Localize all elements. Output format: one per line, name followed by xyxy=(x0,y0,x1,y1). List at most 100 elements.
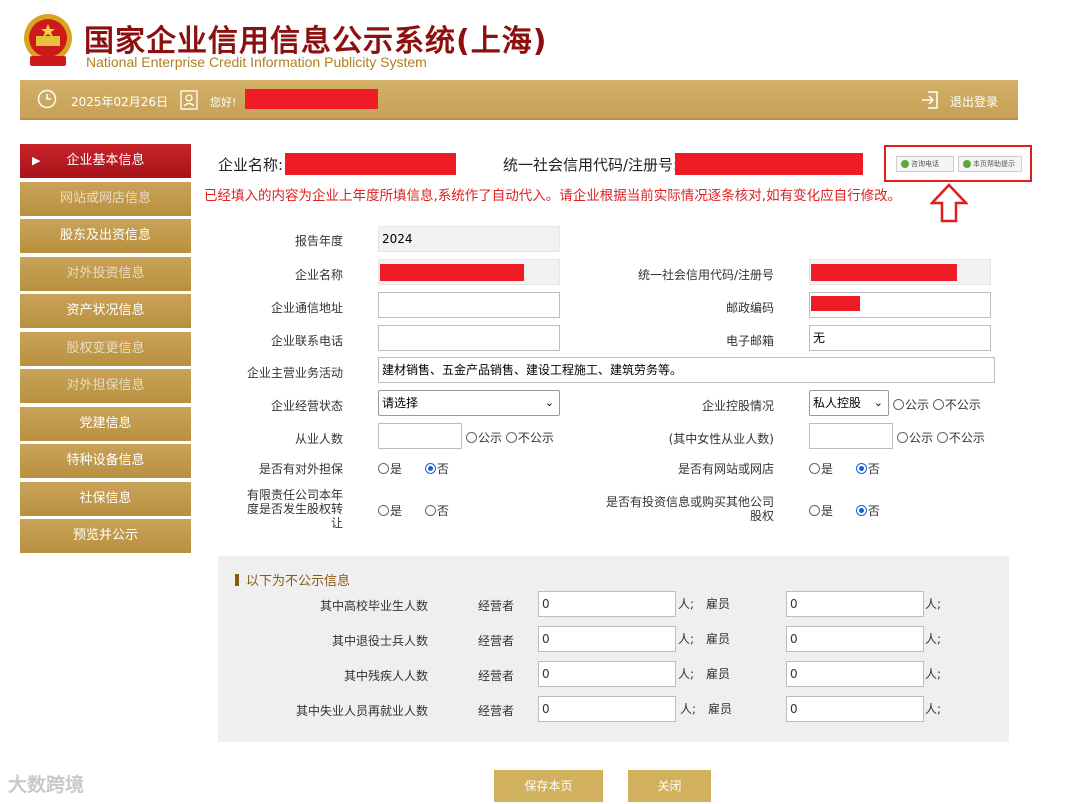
section-marker xyxy=(235,574,239,586)
unit-label: 人; xyxy=(925,597,942,611)
holding-select[interactable]: 私人控股 ⌄ xyxy=(809,390,889,416)
postcode-label: 邮政编码 xyxy=(725,301,774,315)
unit-label: 人; xyxy=(678,632,695,646)
guarantee-no-radio[interactable] xyxy=(424,463,436,474)
up-arrow-icon xyxy=(930,183,968,223)
veterans-employee-input[interactable]: 0 xyxy=(786,626,924,652)
sidebar-item-label: 预览并公示 xyxy=(72,528,138,543)
employees-public-radio[interactable] xyxy=(466,432,477,443)
equity-no-radio[interactable] xyxy=(424,505,436,516)
invest-radios: 是 否 xyxy=(809,502,880,519)
sidebar-item-shareholders[interactable]: 股东及出资信息 xyxy=(20,219,191,253)
consult-phone-button[interactable]: 咨询电话 xyxy=(896,156,954,172)
sidebar-item-equipment[interactable]: 特种设备信息 xyxy=(20,444,191,478)
nonpublic-title: 以下为不公示信息 xyxy=(235,570,350,589)
logout-icon[interactable] xyxy=(920,90,940,110)
holding-select-value: 私人控股 xyxy=(813,396,862,410)
holding-not-public-radio[interactable] xyxy=(932,399,944,410)
yes-label: 是 xyxy=(390,504,403,518)
female-employees-label: (其中女性从业人数) xyxy=(668,432,774,446)
website-yes-radio[interactable] xyxy=(809,463,820,474)
help-icon xyxy=(963,160,971,168)
status-select-value: 请选择 xyxy=(382,396,419,410)
female-not-public-radio[interactable] xyxy=(936,432,948,443)
employee-label: 雇员 xyxy=(706,667,731,681)
logout-link[interactable]: 退出登录 xyxy=(950,93,998,110)
female-employees-input[interactable] xyxy=(809,423,893,449)
status-select[interactable]: 请选择 ⌄ xyxy=(378,390,560,416)
holding-public-radio[interactable] xyxy=(893,399,904,410)
business-input[interactable]: 建材销售、五金产品销售、建设工程施工、建筑劳务等。 xyxy=(378,357,995,383)
guarantee-yes-radio[interactable] xyxy=(378,463,389,474)
report-year-label: 报告年度 xyxy=(294,234,343,248)
disabled-label: 其中残疾人人数 xyxy=(343,669,428,683)
no-label: 否 xyxy=(867,504,880,518)
redacted-postcode xyxy=(811,296,860,311)
sidebar-item-label: 社保信息 xyxy=(79,490,132,506)
unit-label: 人; xyxy=(925,702,942,716)
operator-label: 经营者 xyxy=(478,599,515,613)
invest-label: 是否有投资信息或购买其他公司股权 xyxy=(605,495,774,523)
invest-no-radio[interactable] xyxy=(855,505,867,516)
redacted-company-name xyxy=(285,153,456,175)
female-public-radio[interactable] xyxy=(897,432,908,443)
current-date: 2025年02月26日 xyxy=(71,95,169,109)
credit-code-label: 统一社会信用代码/注册号 xyxy=(637,268,774,282)
reemployed-employee-input[interactable]: 0 xyxy=(786,696,924,722)
business-label: 企业主营业务活动 xyxy=(246,366,343,380)
save-page-button[interactable]: 保存本页 xyxy=(494,770,603,802)
equity-yes-radio[interactable] xyxy=(378,505,389,516)
sidebar-item-label: 企业基本信息 xyxy=(66,153,145,168)
email-input[interactable]: 无 xyxy=(809,325,991,351)
invest-yes-radio[interactable] xyxy=(809,505,820,516)
sidebar-item-guarantee[interactable]: 对外担保信息 xyxy=(20,369,191,403)
sidebar-item-basic-info[interactable]: ▶ 企业基本信息 xyxy=(20,144,191,178)
public-label: 公示 xyxy=(478,431,503,445)
employees-input[interactable] xyxy=(378,423,462,449)
website-no-radio[interactable] xyxy=(855,463,867,474)
status-label: 企业经营状态 xyxy=(270,399,343,413)
chevron-down-icon: ⌄ xyxy=(544,396,554,409)
sidebar-item-preview[interactable]: 预览并公示 xyxy=(20,519,191,553)
sidebar-item-label: 网站或网店信息 xyxy=(59,190,151,206)
address-input[interactable] xyxy=(378,292,560,318)
disabled-operator-input[interactable]: 0 xyxy=(538,661,676,687)
company-name-label: 企业名称 xyxy=(294,268,343,282)
disabled-employee-input[interactable]: 0 xyxy=(786,661,924,687)
sidebar-item-investment[interactable]: 对外投资信息 xyxy=(20,256,191,291)
veterans-operator-input[interactable]: 0 xyxy=(538,626,676,652)
operator-label: 经营者 xyxy=(478,634,515,648)
phone-icon xyxy=(901,160,909,168)
unit-label: 人; xyxy=(678,597,695,611)
page-help-label: 本页帮助提示 xyxy=(973,160,1015,168)
yes-label: 是 xyxy=(821,462,834,476)
notice-text: 已经填入的内容为企业上年度所填信息,系统作了自动代入。请企业根据当前实际情况逐条… xyxy=(204,188,902,204)
sidebar-item-equity-change[interactable]: 股权变更信息 xyxy=(20,331,191,366)
no-label: 否 xyxy=(867,462,880,476)
unit-label: 人; xyxy=(678,667,695,681)
graduates-employee-input[interactable]: 0 xyxy=(786,591,924,617)
holding-publicity-radios: 公示 不公示 xyxy=(893,396,981,413)
employees-not-public-radio[interactable] xyxy=(505,432,517,443)
close-button[interactable]: 关闭 xyxy=(628,770,711,802)
page-help-button[interactable]: 本页帮助提示 xyxy=(958,156,1022,172)
yes-label: 是 xyxy=(821,504,834,518)
sidebar-item-website[interactable]: 网站或网店信息 xyxy=(20,181,191,216)
sidebar-item-label: 资产状况信息 xyxy=(66,303,145,318)
reemployed-operator-input[interactable]: 0 xyxy=(538,696,676,722)
greeting: 您好! xyxy=(210,96,237,109)
company-name-heading: 企业名称: xyxy=(218,156,284,174)
sidebar-item-assets[interactable]: 资产状况信息 xyxy=(20,294,191,328)
sidebar-item-social-security[interactable]: 社保信息 xyxy=(20,481,191,516)
graduates-operator-input[interactable]: 0 xyxy=(538,591,676,617)
employee-label: 雇员 xyxy=(708,702,733,716)
sidebar-nav: ▶ 企业基本信息 网站或网店信息 股东及出资信息 对外投资信息 资产状况信息 股… xyxy=(20,144,191,557)
phone-input[interactable] xyxy=(378,325,560,351)
unit-label: 人; xyxy=(925,632,942,646)
sidebar-item-label: 股东及出资信息 xyxy=(59,228,151,243)
operator-label: 经营者 xyxy=(478,669,515,683)
employees-label: 从业人数 xyxy=(294,432,343,446)
sidebar-item-party[interactable]: 党建信息 xyxy=(20,406,191,441)
sidebar-item-label: 股权变更信息 xyxy=(66,340,145,356)
clock-icon xyxy=(37,89,57,109)
